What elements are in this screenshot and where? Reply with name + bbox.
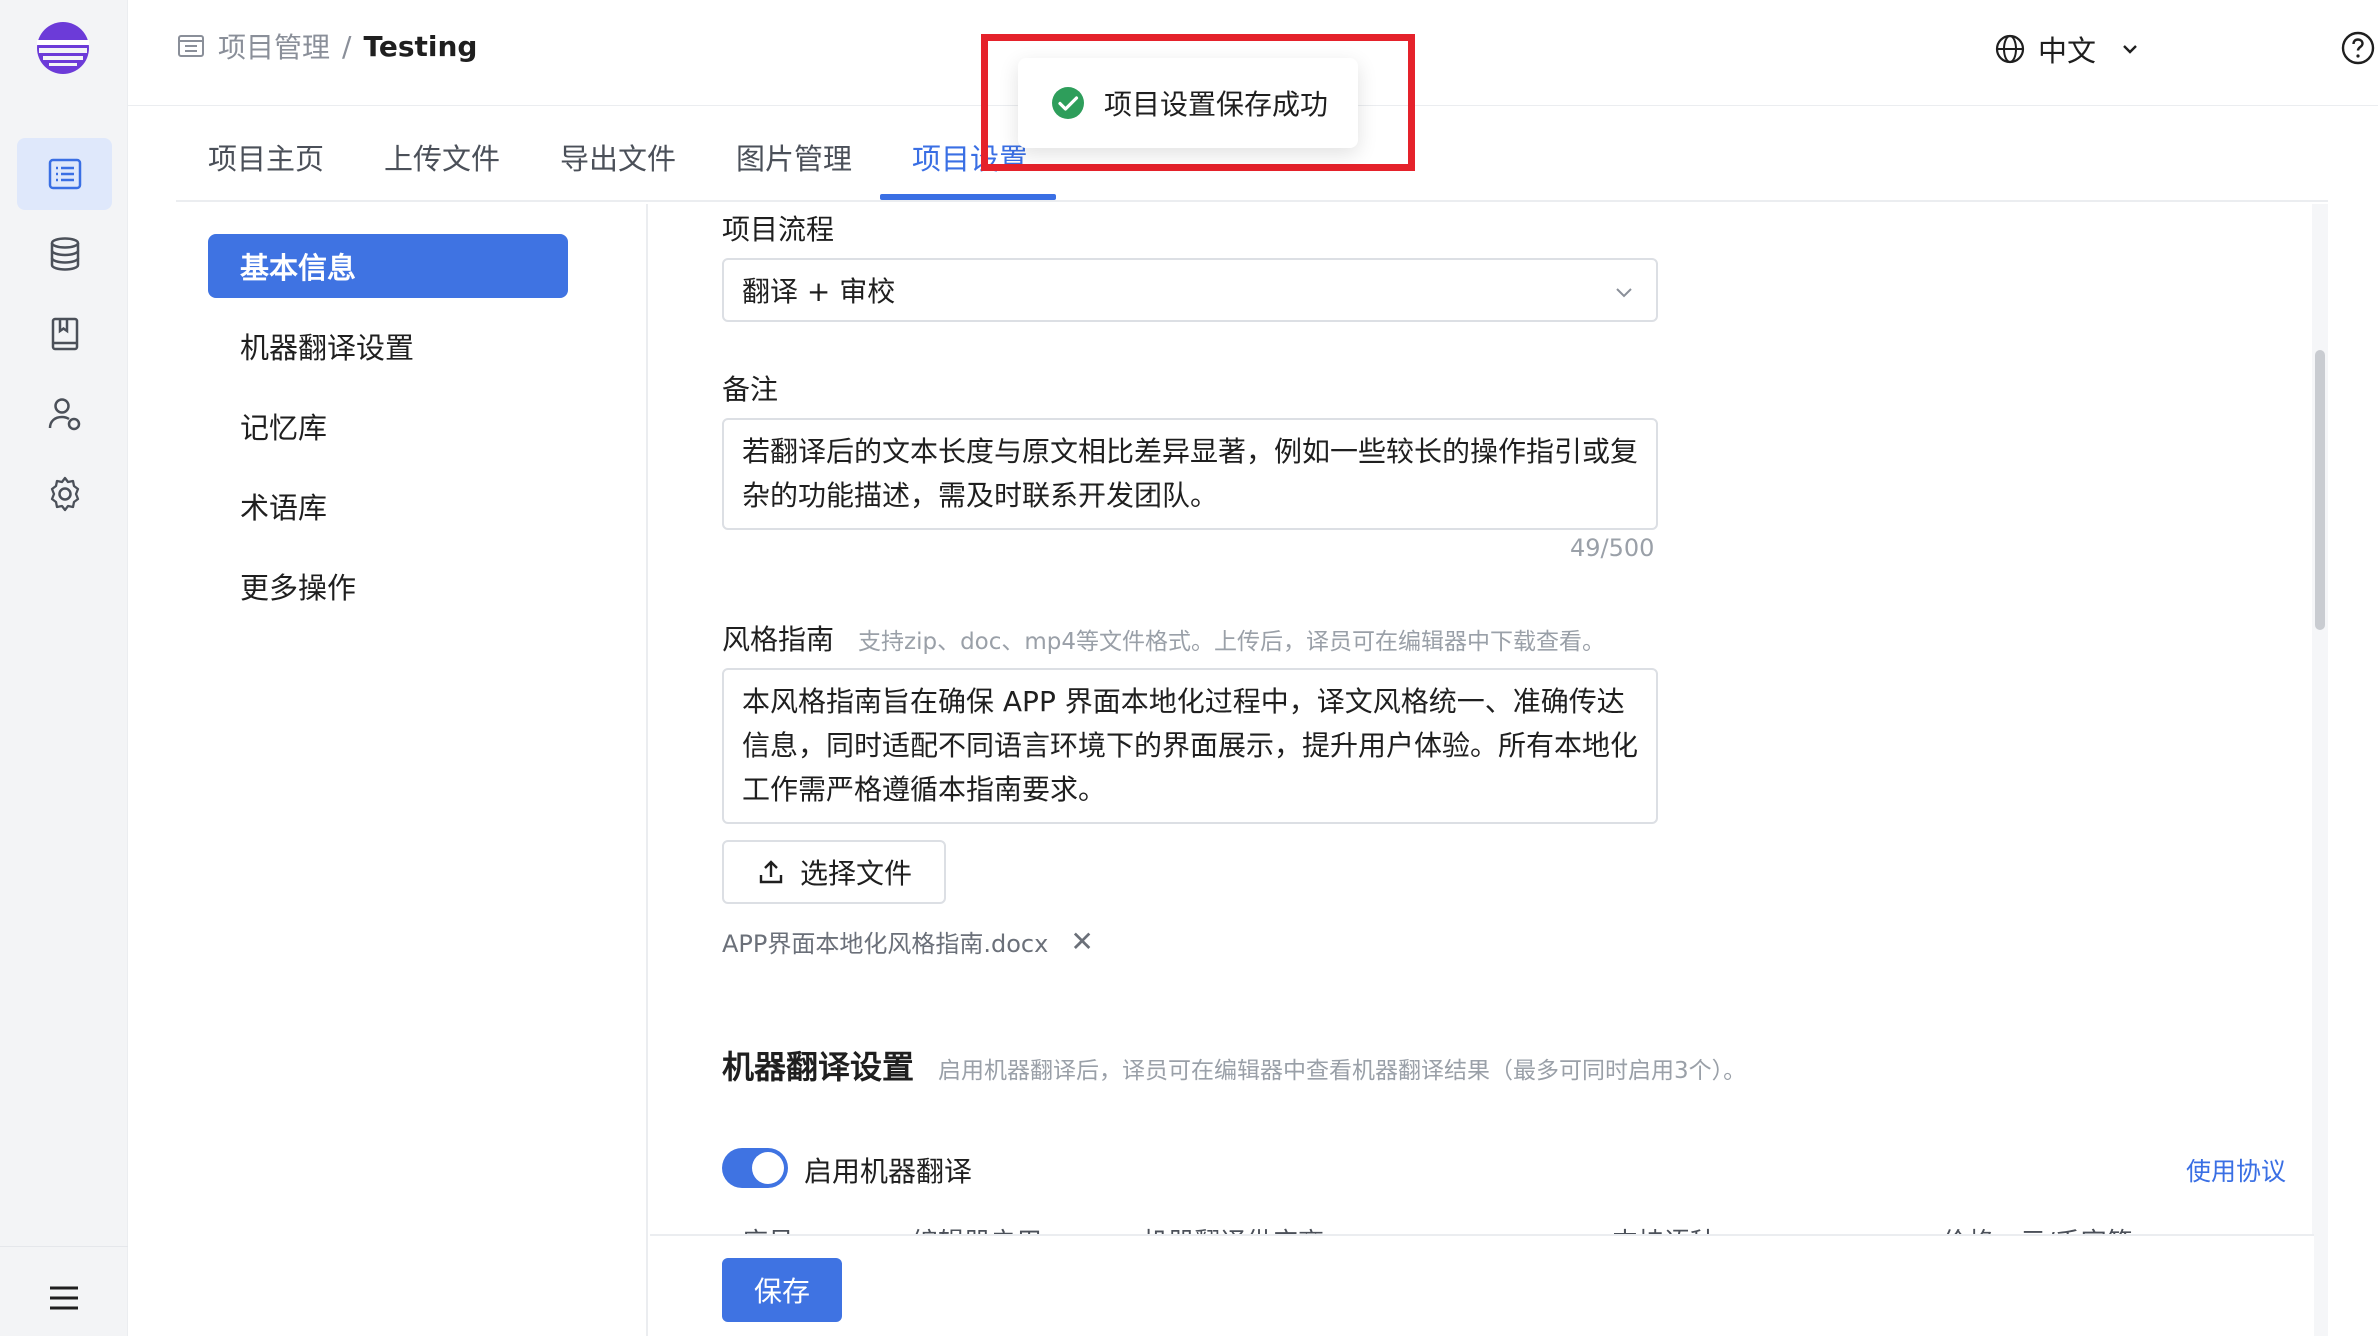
agreement-link[interactable]: 使用协议 bbox=[2186, 1152, 2286, 1188]
notes-textarea[interactable]: 若翻译后的文本长度与原文相比差异显著，例如一些较长的操作指引或复杂的功能描述，需… bbox=[722, 418, 1658, 530]
tab-export-files[interactable]: 导出文件 bbox=[560, 136, 676, 178]
check-circle-icon bbox=[1052, 87, 1084, 119]
nav-team[interactable] bbox=[17, 378, 112, 450]
success-toast: 项目设置保存成功 bbox=[1018, 58, 1358, 148]
scrollbar-thumb[interactable] bbox=[2315, 350, 2325, 630]
nav-settings[interactable] bbox=[17, 458, 112, 530]
mt-enable-label: 启用机器翻译 bbox=[804, 1155, 973, 1188]
style-guide-label: 风格指南 bbox=[722, 623, 835, 656]
gear-icon bbox=[50, 476, 79, 512]
notes-label: 备注 bbox=[722, 373, 779, 406]
language-label: 中文 bbox=[2038, 34, 2097, 68]
column-index: 序号 bbox=[742, 1222, 794, 1234]
rail-divider bbox=[0, 1246, 128, 1247]
help-icon[interactable] bbox=[2340, 30, 2376, 66]
mt-section-hint: 启用机器翻译后，译员可在编辑器中查看机器翻译结果（最多可同时启用3个）。 bbox=[938, 1058, 1747, 1084]
language-selector[interactable]: 中文 bbox=[1994, 28, 2142, 70]
uploaded-file-name[interactable]: APP界面本地化风格指南.docx bbox=[722, 924, 1048, 959]
column-editor-enabled: 编辑器启用 bbox=[912, 1222, 1042, 1234]
workflow-value: 翻译 + 审校 bbox=[742, 275, 896, 308]
breadcrumb-separator: / bbox=[342, 29, 352, 63]
breadcrumb: 项目管理 / Testing bbox=[176, 26, 477, 66]
upload-icon bbox=[759, 860, 783, 884]
workflow-select[interactable]: 翻译 + 审校 bbox=[722, 258, 1658, 322]
settings-content: 项目流程 翻译 + 审校 备注 若翻译后的文本长度与原文相比差异显著，例如一些较… bbox=[650, 204, 2314, 1234]
database-icon bbox=[50, 237, 79, 271]
user-settings-icon bbox=[48, 398, 80, 431]
toggle-knob bbox=[752, 1152, 784, 1184]
project-folder-icon bbox=[178, 35, 204, 57]
mt-section-title: 机器翻译设置 bbox=[722, 1048, 915, 1086]
nav-projects[interactable] bbox=[17, 138, 112, 210]
tab-image-management[interactable]: 图片管理 bbox=[736, 136, 852, 178]
mt-enable-toggle[interactable] bbox=[722, 1148, 788, 1188]
mt-section-header: 机器翻译设置 启用机器翻译后，译员可在编辑器中查看机器翻译结果（最多可同时启用3个… bbox=[722, 1042, 1746, 1088]
choose-file-label: 选择文件 bbox=[799, 857, 912, 890]
tab-project-home[interactable]: 项目主页 bbox=[208, 136, 324, 178]
save-button[interactable]: 保存 bbox=[722, 1258, 842, 1322]
action-footer: 保存 bbox=[650, 1234, 2314, 1336]
settings-side-menu: 基本信息 机器翻译设置 记忆库 术语库 更多操作 bbox=[176, 204, 648, 1336]
remove-file-icon[interactable]: ✕ bbox=[1070, 925, 1093, 958]
style-guide-textarea[interactable]: 本风格指南旨在确保 APP 界面本地化过程中，译文风格统一、准确传达信息，同时适… bbox=[722, 668, 1658, 824]
book-icon bbox=[51, 317, 78, 351]
menu-item-termbase[interactable]: 术语库 bbox=[208, 474, 568, 538]
logo-icon bbox=[37, 22, 89, 74]
hamburger-icon bbox=[50, 1286, 78, 1310]
app-sidebar bbox=[0, 0, 128, 1336]
nav-glossary[interactable] bbox=[17, 298, 112, 370]
active-tab-indicator bbox=[880, 194, 1056, 200]
menu-item-mt-settings[interactable]: 机器翻译设置 bbox=[208, 314, 568, 378]
uploaded-file-row: APP界面本地化风格指南.docx ✕ bbox=[722, 924, 1094, 959]
tab-upload-files[interactable]: 上传文件 bbox=[384, 136, 500, 178]
breadcrumb-root[interactable]: 项目管理 bbox=[218, 26, 330, 66]
workflow-label: 项目流程 bbox=[722, 213, 835, 246]
globe-icon bbox=[1995, 34, 2025, 64]
project-list-icon bbox=[48, 158, 81, 190]
chevron-down-icon bbox=[1616, 288, 1632, 298]
mt-table-header: 序号 编辑器启用 机器翻译供应商 支持语种 价格：元/千字符 bbox=[722, 1214, 2282, 1234]
collapse-menu-button[interactable] bbox=[42, 1278, 86, 1318]
column-mt-provider: 机器翻译供应商 bbox=[1142, 1222, 1324, 1234]
style-guide-label-row: 风格指南 支持zip、doc、mp4等文件格式。上传后，译员可在编辑器中下载查看。 bbox=[722, 618, 1605, 658]
notes-char-counter: 49/500 bbox=[1570, 534, 1655, 562]
content-scrollbar[interactable] bbox=[2312, 204, 2328, 1336]
column-price: 价格：元/千字符 bbox=[1942, 1222, 2133, 1234]
toast-message: 项目设置保存成功 bbox=[1104, 88, 1329, 121]
choose-file-button[interactable]: 选择文件 bbox=[722, 840, 946, 904]
menu-item-basic-info[interactable]: 基本信息 bbox=[208, 234, 568, 298]
menu-item-translation-memory[interactable]: 记忆库 bbox=[208, 394, 568, 458]
breadcrumb-current: Testing bbox=[363, 29, 478, 63]
nav-database[interactable] bbox=[17, 218, 112, 290]
style-guide-hint: 支持zip、doc、mp4等文件格式。上传后，译员可在编辑器中下载查看。 bbox=[858, 629, 1606, 655]
column-languages: 支持语种 bbox=[1612, 1222, 1716, 1234]
chevron-down-icon bbox=[2123, 45, 2137, 54]
menu-item-more-actions[interactable]: 更多操作 bbox=[208, 554, 568, 618]
app-logo[interactable] bbox=[33, 18, 93, 78]
